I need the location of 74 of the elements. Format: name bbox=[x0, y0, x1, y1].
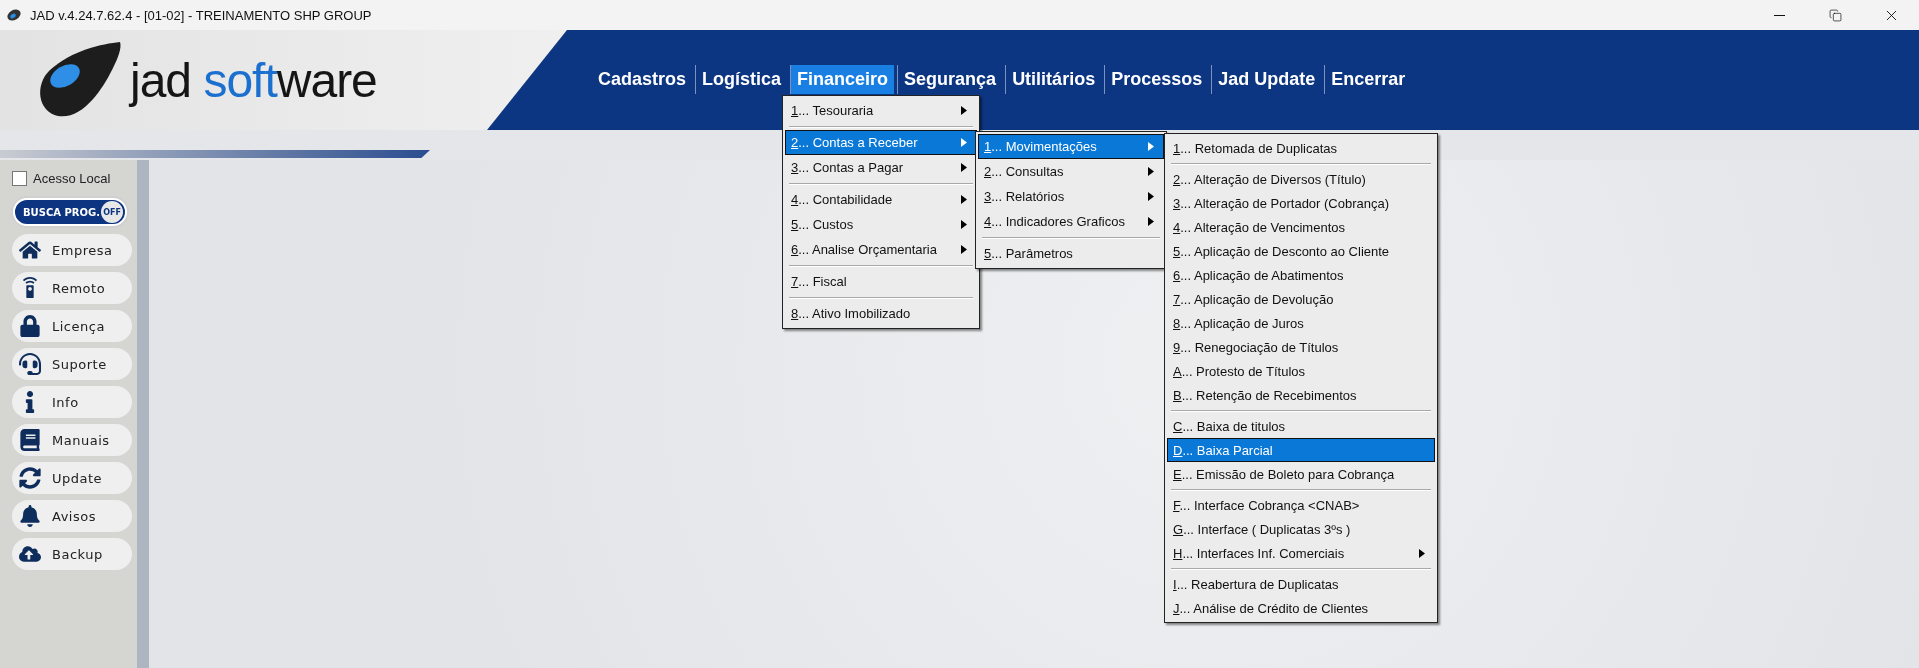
search-program-toggle[interactable]: BUSCA PROG. OFF bbox=[13, 198, 127, 226]
menu-bar-item[interactable]: Processos bbox=[1104, 64, 1209, 94]
menu-item[interactable]: J... Análise de Crédito de Clientes bbox=[1167, 596, 1435, 620]
window-title: JAD v.4.24.7.62.4 - [01-02] - TREINAMENTO SHP GROUP bbox=[30, 7, 373, 23]
menu-item[interactable]: 9... Renegociação de Títulos bbox=[1167, 335, 1435, 359]
local-access-checkbox[interactable]: Acesso Local bbox=[12, 168, 111, 188]
menu-bar-item[interactable]: Segurança bbox=[897, 64, 1003, 94]
menu-item[interactable]: 8... Aplicação de Juros bbox=[1167, 311, 1435, 335]
menu-item[interactable]: 4... Indicadores Graficos bbox=[978, 209, 1164, 234]
submenu-arrow-icon bbox=[961, 195, 967, 204]
menu-bar-item[interactable]: Financeiro bbox=[790, 64, 895, 94]
menu-bar-item[interactable]: Encerrar bbox=[1324, 64, 1412, 94]
menu-bar-item[interactable]: Utilitários bbox=[1005, 64, 1102, 94]
menu-bar-item[interactable]: Jad Update bbox=[1211, 64, 1322, 94]
menu-item[interactable]: 1... Movimentações bbox=[978, 134, 1164, 159]
menu-item[interactable]: 2... Contas a Receber bbox=[785, 130, 977, 155]
menu-item[interactable]: 4... Contabilidade bbox=[785, 187, 977, 212]
menu-item[interactable]: 6... Aplicação de Abatimentos bbox=[1167, 263, 1435, 287]
submenu-arrow-icon bbox=[1148, 142, 1154, 151]
menu-item[interactable]: F... Interface Cobrança <CNAB> bbox=[1167, 493, 1435, 517]
sidebar-button[interactable]: Licença bbox=[12, 310, 132, 342]
menu-bar-item[interactable]: Cadastros bbox=[592, 64, 693, 94]
sidebar-button[interactable]: Empresa bbox=[12, 234, 132, 266]
menu-item[interactable]: D... Baixa Parcial bbox=[1167, 438, 1435, 462]
menu-item[interactable]: 1... Tesouraria bbox=[785, 98, 977, 123]
menu-item[interactable]: 5... Custos bbox=[785, 212, 977, 237]
restore-icon bbox=[1828, 8, 1842, 22]
cloud-upload-icon bbox=[19, 543, 41, 565]
sidebar-button[interactable]: Backup bbox=[12, 538, 132, 570]
menu-item[interactable]: I... Reabertura de Duplicatas bbox=[1167, 572, 1435, 596]
headset-icon bbox=[19, 353, 41, 375]
bell-icon bbox=[19, 505, 41, 527]
book-icon bbox=[19, 429, 41, 451]
refresh-icon bbox=[19, 467, 41, 489]
menu-item[interactable]: H... Interfaces Inf. Comerciais bbox=[1167, 541, 1435, 565]
submenu-arrow-icon bbox=[1148, 192, 1154, 201]
menu-item[interactable]: C... Baixa de titulos bbox=[1167, 414, 1435, 438]
submenu-arrow-icon bbox=[1419, 548, 1425, 558]
menu-item[interactable]: 2... Alteração de Diversos (Título) bbox=[1167, 167, 1435, 191]
submenu-arrow-icon bbox=[1148, 217, 1154, 226]
menu-item[interactable]: 8... Ativo Imobilizado bbox=[785, 301, 977, 326]
sidebar-button[interactable]: Remoto bbox=[12, 272, 132, 304]
app-icon bbox=[6, 7, 22, 23]
submenu-arrow-icon bbox=[961, 220, 967, 229]
sidebar-button[interactable]: Update bbox=[12, 462, 132, 494]
logo-text: jad software bbox=[130, 52, 377, 108]
menu-item[interactable]: 3... Relatórios bbox=[978, 184, 1164, 209]
submenu-arrow-icon bbox=[961, 245, 967, 254]
menu-item[interactable]: G... Interface ( Duplicatas 3ºs ) bbox=[1167, 517, 1435, 541]
menu-item[interactable]: 2... Consultas bbox=[978, 159, 1164, 184]
house-icon bbox=[19, 239, 41, 261]
menu-item[interactable]: 7... Fiscal bbox=[785, 269, 977, 294]
menu-item[interactable]: 3... Contas a Pagar bbox=[785, 155, 977, 180]
submenu-arrow-icon bbox=[961, 106, 967, 115]
menu-item[interactable]: 7... Aplicação de Devolução bbox=[1167, 287, 1435, 311]
submenu-arrow-icon bbox=[1148, 167, 1154, 176]
menu-item[interactable]: 1... Retomada de Duplicatas bbox=[1167, 136, 1435, 160]
submenu-arrow-icon bbox=[961, 138, 967, 147]
menu-item[interactable]: E... Emissão de Boleto para Cobrança bbox=[1167, 462, 1435, 486]
minimize-icon bbox=[1773, 14, 1785, 16]
menu-item[interactable]: 5... Aplicação de Desconto ao Cliente bbox=[1167, 239, 1435, 263]
menu-bar-item[interactable]: Logística bbox=[695, 64, 788, 94]
menu-item[interactable]: B... Retenção de Recebimentos bbox=[1167, 383, 1435, 407]
sidebar-button[interactable]: Suporte bbox=[12, 348, 132, 380]
menu-item[interactable]: A... Protesto de Títulos bbox=[1167, 359, 1435, 383]
menu-item[interactable]: 4... Alteração de Vencimentos bbox=[1167, 215, 1435, 239]
menu-item[interactable]: 3... Alteração de Portador (Cobrança) bbox=[1167, 191, 1435, 215]
padlock-icon bbox=[19, 315, 41, 337]
sidebar-button[interactable]: Info bbox=[12, 386, 132, 418]
submenu-arrow-icon bbox=[961, 163, 967, 172]
menu-item[interactable]: 5... Parâmetros bbox=[978, 241, 1164, 266]
menu-item[interactable]: 6... Analise Orçamentaria bbox=[785, 237, 977, 262]
sidebar-button[interactable]: Avisos bbox=[12, 500, 132, 532]
sidebar-button[interactable]: Manuais bbox=[12, 424, 132, 456]
